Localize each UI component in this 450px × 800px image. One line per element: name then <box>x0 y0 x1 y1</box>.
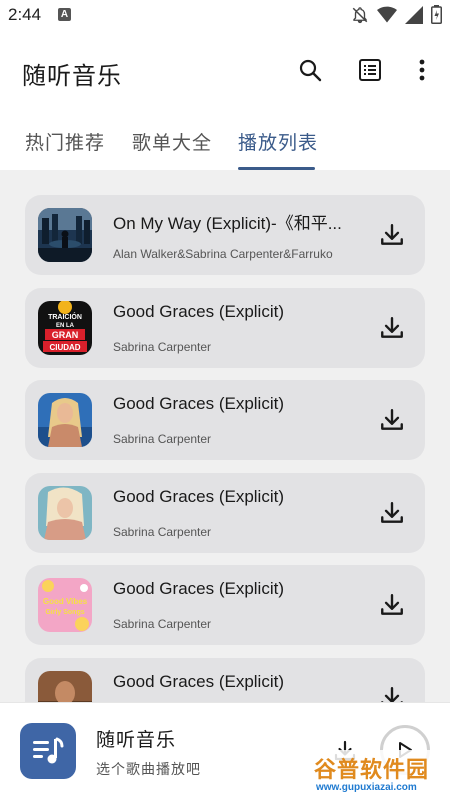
song-artist: Sabrina Carpenter <box>113 340 212 354</box>
tab-bar: 热门推荐 歌单大全 播放列表 <box>0 110 450 170</box>
album-cover <box>38 486 92 540</box>
watermark-text: 谷普软件园 <box>314 758 430 783</box>
cover-text-line-2: EN LA <box>56 323 75 329</box>
song-item[interactable]: Good Vibes Girly Songs Good Graces (Expl… <box>25 565 425 645</box>
album-cover <box>38 208 92 262</box>
app-title: 随听音乐 <box>22 62 122 90</box>
song-artist: Sabrina Carpenter <box>113 617 212 631</box>
song-title: On My Way (Explicit)-《和平... <box>113 214 342 233</box>
status-icons <box>351 5 442 24</box>
song-artist: Sabrina Carpenter <box>113 432 212 446</box>
song-item[interactable]: Good Graces (Explicit) <box>25 658 425 702</box>
playlist-icon <box>359 59 381 81</box>
signal-icon <box>405 5 423 24</box>
song-title: Good Graces (Explicit) <box>113 394 284 413</box>
search-button[interactable] <box>296 56 324 84</box>
cover-text-line-3: GRAN <box>52 330 79 340</box>
app-logo <box>20 723 76 779</box>
song-item[interactable]: Good Graces (Explicit) Sabrina Carpenter <box>25 473 425 553</box>
playlist-button[interactable] <box>356 56 384 84</box>
download-icon[interactable] <box>379 685 405 702</box>
player-title: 随听音乐 <box>96 729 177 751</box>
song-artist: Sabrina Carpenter <box>113 525 212 539</box>
cover-text-line-4: CIUDAD <box>49 343 80 352</box>
song-artist: Alan Walker&Sabrina Carpenter&Farruko <box>113 247 333 261</box>
player-subtitle: 选个歌曲播放吧 <box>96 762 201 778</box>
album-cover: Good Vibes Girly Songs <box>38 578 92 632</box>
search-icon <box>299 59 322 82</box>
status-time: 2:44 <box>8 5 42 24</box>
cover-text-line-1: Good Vibes <box>43 597 88 606</box>
download-icon[interactable] <box>379 500 405 526</box>
album-cover <box>38 393 92 447</box>
song-title: Good Graces (Explicit) <box>113 302 284 321</box>
tab-play-list[interactable]: 播放列表 <box>238 128 318 155</box>
download-icon[interactable] <box>379 592 405 618</box>
cover-text-line-2: Girly Songs <box>45 609 84 616</box>
tab-playlists[interactable]: 歌单大全 <box>132 128 212 155</box>
song-title: Good Graces (Explicit) <box>113 579 284 598</box>
song-title: Good Graces (Explicit) <box>113 487 284 506</box>
song-item[interactable]: TRAICIÓN EN LA GRAN CIUDAD Good Graces (… <box>25 288 425 368</box>
a-icon: A <box>58 8 71 21</box>
song-item[interactable]: On My Way (Explicit)-《和平... Alan Walker&… <box>25 195 425 275</box>
watermark-url: www.gupuxiazai.com <box>316 782 417 793</box>
tab-hot-recommend[interactable]: 热门推荐 <box>25 128 105 155</box>
watermark: 谷普软件园 www.gupuxiazai.com <box>312 750 450 800</box>
app-bar: 随听音乐 <box>0 30 450 110</box>
more-vert-icon <box>419 59 425 81</box>
download-icon[interactable] <box>379 222 405 248</box>
more-button[interactable] <box>408 56 436 84</box>
album-cover: TRAICIÓN EN LA GRAN CIUDAD <box>38 301 92 355</box>
status-bar: 2:44 A <box>0 0 450 30</box>
bell-off-icon <box>352 6 368 23</box>
cover-text-line-1: TRAICIÓN <box>48 312 82 321</box>
album-cover <box>38 671 92 702</box>
song-title: Good Graces (Explicit) <box>113 672 284 691</box>
music-list-icon <box>33 737 64 764</box>
song-list: On My Way (Explicit)-《和平... Alan Walker&… <box>0 170 450 702</box>
wifi-icon <box>377 6 397 22</box>
song-item[interactable]: Good Graces (Explicit) Sabrina Carpenter <box>25 380 425 460</box>
download-icon[interactable] <box>379 407 405 433</box>
battery-icon <box>431 5 442 24</box>
download-icon[interactable] <box>379 315 405 341</box>
